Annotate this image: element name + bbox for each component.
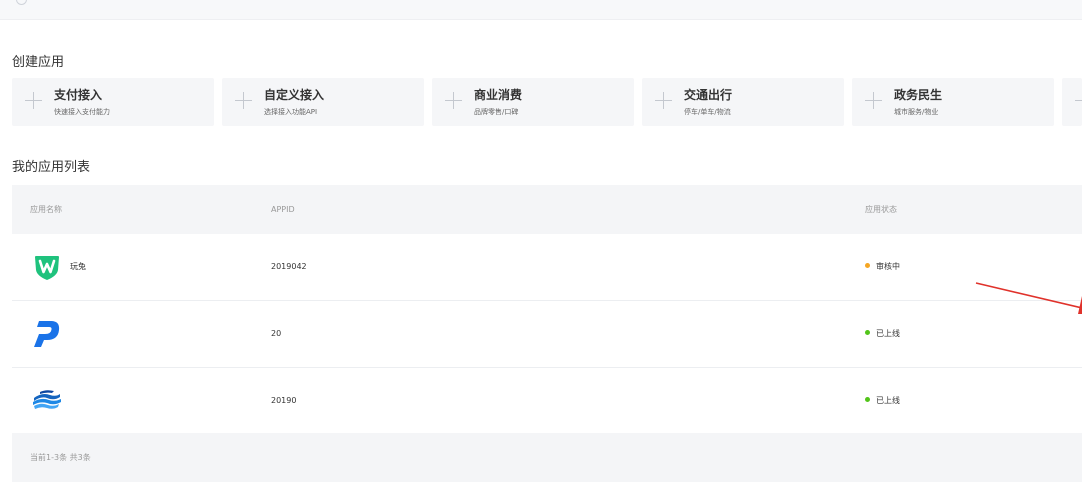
card-title: 交通出行 <box>684 88 733 102</box>
column-header-name: 应用名称 <box>30 205 62 214</box>
card-title: 支付接入 <box>54 88 103 102</box>
column-header-status: 应用状态 <box>865 205 897 214</box>
create-app-cards: 支付接入 快速接入支付能力 自定义接入 选择接入功能API 商业消费 品牌零售/… <box>12 78 1082 126</box>
blue-d-logo-icon <box>34 321 60 347</box>
card-subtitle: 快速接入支付能力 <box>54 108 110 116</box>
table-footer: 当前1-3条 共3条 <box>12 433 1082 482</box>
plus-icon <box>1075 92 1082 109</box>
card-subtitle: 选择接入功能API <box>264 108 318 116</box>
card-title: 自定义接入 <box>264 88 325 102</box>
card-title: 商业消费 <box>474 88 523 102</box>
top-search-bar[interactable] <box>0 0 1082 20</box>
status-text: 已上线 <box>876 396 900 405</box>
plus-icon <box>655 92 672 109</box>
table-row[interactable]: 20190 已上线 <box>12 368 1082 435</box>
table-header: 应用名称 APPID 应用状态 <box>12 185 1082 234</box>
plus-icon <box>235 92 252 109</box>
create-app-title: 创建应用 <box>12 55 65 70</box>
status-badge: 已上线 <box>865 396 900 406</box>
search-icon <box>16 0 27 5</box>
card-payment-access[interactable]: 支付接入 快速接入支付能力 <box>12 78 214 126</box>
app-name[interactable]: 玩兔 <box>70 262 86 272</box>
column-header-appid: APPID <box>271 205 295 214</box>
card-subtitle: 停车/单车/物流 <box>684 108 731 116</box>
table-row[interactable]: 玩兔 2019042 审核中 <box>12 234 1082 301</box>
status-badge: 审核中 <box>865 262 900 272</box>
status-dot-icon <box>865 263 870 268</box>
card-transportation[interactable]: 交通出行 停车/单车/物流 <box>642 78 844 126</box>
status-dot-icon <box>865 330 870 335</box>
card-more[interactable] <box>1062 78 1082 126</box>
table-row[interactable]: 20 已上线 <box>12 301 1082 368</box>
card-custom-access[interactable]: 自定义接入 选择接入功能API <box>222 78 424 126</box>
plus-icon <box>445 92 462 109</box>
status-text: 审核中 <box>876 262 900 271</box>
status-text: 已上线 <box>876 329 900 338</box>
status-dot-icon <box>865 397 870 402</box>
plus-icon <box>25 92 42 109</box>
card-subtitle: 城市服务/物业 <box>894 108 939 116</box>
app-id: 20 <box>271 329 282 338</box>
app-list-title: 我的应用列表 <box>12 160 91 175</box>
app-id: 20190 <box>271 396 297 405</box>
card-title: 政务民生 <box>894 88 943 102</box>
status-badge: 已上线 <box>865 329 900 339</box>
pagination-info: 当前1-3条 共3条 <box>30 453 91 462</box>
card-subtitle: 品牌零售/口碑 <box>474 108 519 116</box>
card-government[interactable]: 政务民生 城市服务/物业 <box>852 78 1054 126</box>
plus-icon <box>865 92 882 109</box>
blue-wave-logo-icon <box>33 390 61 409</box>
app-id: 2019042 <box>271 262 307 271</box>
wantu-logo-icon <box>35 256 59 280</box>
card-commerce[interactable]: 商业消费 品牌零售/口碑 <box>432 78 634 126</box>
